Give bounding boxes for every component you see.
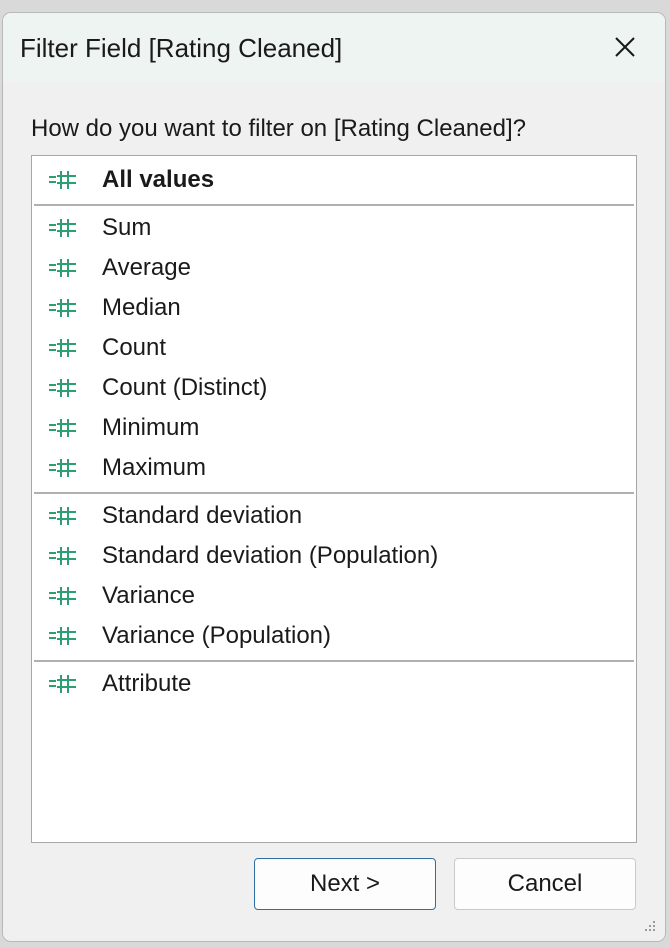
list-item-label: All values	[102, 166, 215, 193]
list-item-label: Count	[102, 334, 167, 361]
filter-prompt: How do you want to filter on [Rating Cle…	[31, 115, 526, 142]
list-item[interactable]: All values	[32, 159, 636, 199]
list-item[interactable]: Standard deviation	[32, 495, 636, 535]
list-item-label: Attribute	[102, 670, 192, 697]
filter-field-dialog: Filter Field [Rating Cleaned] How do you…	[2, 12, 666, 942]
measure-hash-icon	[49, 675, 76, 693]
measure-hash-icon	[49, 299, 76, 317]
list-item-label: Standard deviation (Population)	[102, 542, 439, 569]
list-item-label: Standard deviation	[102, 502, 303, 529]
list-item-label: Average	[102, 254, 191, 281]
cancel-button[interactable]: Cancel	[454, 858, 636, 910]
list-item[interactable]: Standard deviation (Population)	[32, 535, 636, 575]
measure-hash-icon	[49, 171, 76, 189]
measure-hash-icon	[49, 547, 76, 565]
list-divider	[34, 204, 634, 206]
dialog-body: How do you want to filter on [Rating Cle…	[3, 82, 665, 941]
measure-hash-icon	[49, 459, 76, 477]
measure-hash-icon	[49, 219, 76, 237]
list-item[interactable]: Count	[32, 327, 636, 367]
list-item[interactable]: Median	[32, 287, 636, 327]
list-item[interactable]: Count (Distinct)	[32, 367, 636, 407]
list-item[interactable]: Minimum	[32, 407, 636, 447]
measure-hash-icon	[49, 627, 76, 645]
list-item[interactable]: Average	[32, 247, 636, 287]
close-button[interactable]	[605, 30, 645, 64]
list-item-label: Sum	[102, 214, 152, 241]
list-divider	[34, 660, 634, 662]
list-item[interactable]: Sum	[32, 207, 636, 247]
list-item[interactable]: Variance (Population)	[32, 615, 636, 655]
list-item[interactable]: Variance	[32, 575, 636, 615]
title-bar: Filter Field [Rating Cleaned]	[3, 13, 665, 82]
close-icon	[615, 37, 635, 57]
list-item-label: Maximum	[102, 454, 207, 481]
aggregation-list[interactable]: All values Sum Average Median Count Count (Di…	[31, 155, 637, 843]
list-item[interactable]: Maximum	[32, 447, 636, 487]
list-item[interactable]: Attribute	[32, 663, 636, 703]
list-item-label: Variance (Population)	[102, 622, 332, 649]
list-item-label: Variance	[102, 582, 195, 609]
measure-hash-icon	[49, 419, 76, 437]
measure-hash-icon	[49, 379, 76, 397]
resize-grip-icon[interactable]	[641, 917, 657, 933]
measure-hash-icon	[49, 507, 76, 525]
measure-hash-icon	[49, 339, 76, 357]
list-item-label: Median	[102, 294, 181, 321]
measure-hash-icon	[49, 259, 76, 277]
list-item-label: Minimum	[102, 414, 200, 441]
dialog-title: Filter Field [Rating Cleaned]	[20, 33, 343, 63]
next-button[interactable]: Next >	[254, 858, 436, 910]
measure-hash-icon	[49, 587, 76, 605]
list-item-label: Count (Distinct)	[102, 374, 268, 401]
list-divider	[34, 492, 634, 494]
